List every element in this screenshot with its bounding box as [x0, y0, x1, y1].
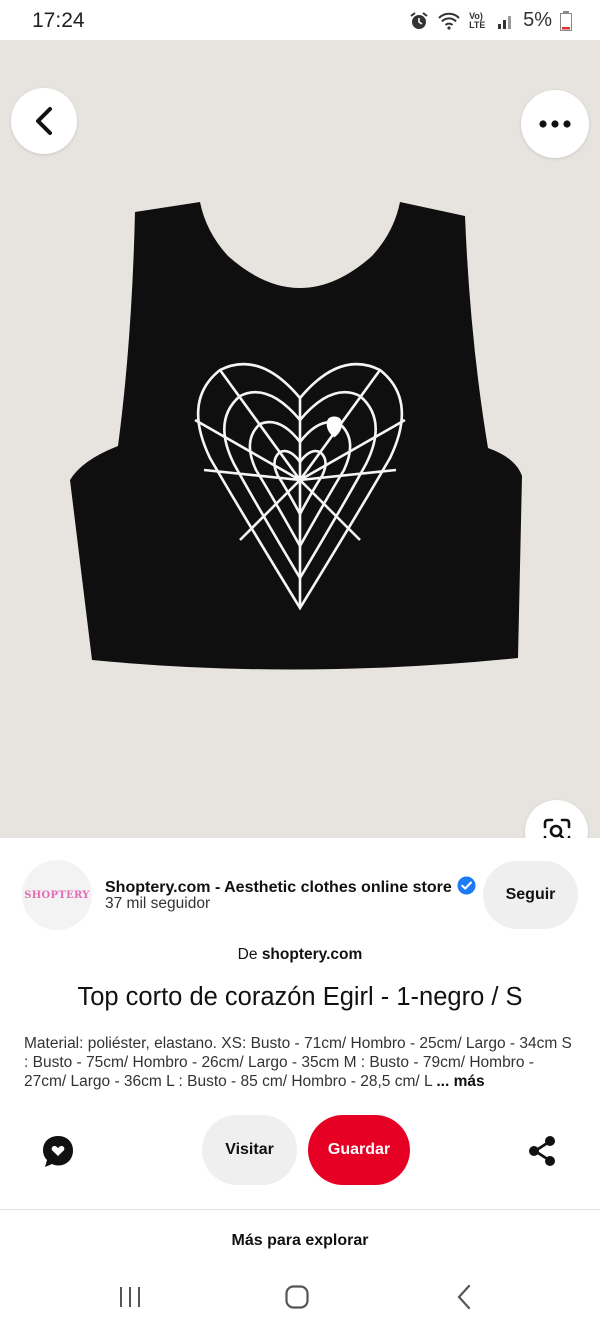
avatar-logo-text: SHOPTERY — [24, 889, 90, 901]
section-divider — [0, 1209, 600, 1210]
home-button[interactable] — [284, 1284, 310, 1315]
wifi-icon — [438, 12, 460, 30]
verified-icon — [457, 876, 476, 895]
home-icon — [285, 1285, 309, 1309]
system-back-button[interactable] — [452, 1284, 478, 1315]
recent-apps-icon — [120, 1287, 140, 1307]
system-navigation-bar — [0, 1268, 600, 1333]
alarm-icon — [410, 11, 428, 29]
pin-image[interactable] — [0, 40, 600, 838]
visit-button[interactable]: Visitar — [202, 1115, 297, 1185]
chevron-left-icon — [36, 107, 52, 135]
status-icons: Vo) LTE 5% — [409, 9, 572, 32]
action-row: Visitar Guardar — [0, 1114, 600, 1186]
battery-text: 5% — [523, 9, 552, 31]
status-time: 17:24 — [32, 9, 85, 32]
store-name[interactable]: Shoptery.com - Aesthetic clothes online … — [105, 876, 476, 897]
more-to-explore-heading: Más para explorar — [231, 1232, 369, 1249]
share-button[interactable] — [526, 1134, 558, 1173]
source-domain-link[interactable]: shoptery.com — [262, 946, 363, 963]
store-name-text: Shoptery.com - Aesthetic clothes online … — [105, 879, 452, 896]
store-row: SHOPTERY Shoptery.com - Aesthetic clothe… — [0, 858, 600, 932]
share-icon — [529, 1136, 555, 1166]
follower-count: 37 mil seguidor — [105, 895, 211, 912]
more-options-button[interactable] — [521, 90, 589, 158]
status-bar: 17:24 Vo) LTE 5% — [0, 0, 600, 40]
source-line: De shoptery.com — [0, 946, 600, 964]
see-more-link[interactable]: ... más — [436, 1073, 484, 1090]
visual-search-icon — [543, 818, 570, 838]
comment-button[interactable] — [40, 1133, 76, 1174]
comment-heart-icon — [43, 1136, 73, 1167]
follow-button[interactable]: Seguir — [483, 861, 578, 929]
recent-apps-button[interactable] — [117, 1284, 143, 1315]
pin-title: Top corto de corazón Egirl - 1-negro / S — [77, 983, 523, 1011]
save-button[interactable]: Guardar — [308, 1115, 410, 1185]
source-prefix: De — [237, 946, 258, 963]
signal-icon — [498, 15, 512, 29]
more-horizontal-icon — [539, 120, 571, 128]
product-photo — [0, 40, 600, 838]
pin-description-text: Material: poliéster, elastano. XS: Busto… — [24, 1035, 572, 1090]
store-avatar[interactable]: SHOPTERY — [22, 860, 92, 930]
back-icon — [457, 1284, 471, 1310]
pin-description: Material: poliéster, elastano. XS: Busto… — [24, 1034, 580, 1091]
battery-icon — [560, 10, 572, 31]
back-button[interactable] — [11, 88, 77, 154]
network-label: Vo) LTE — [469, 10, 486, 30]
